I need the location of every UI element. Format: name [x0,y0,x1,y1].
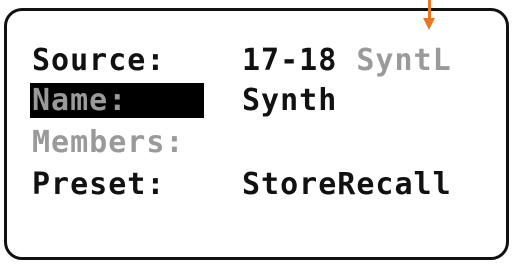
source-channel: 17-18 [242,42,338,78]
arrow-down-icon [423,0,436,32]
preset-label: Preset: [32,166,166,202]
source-row[interactable]: Source: 17-18 SyntL [32,40,452,80]
name-value: Synth [242,82,338,118]
preset-value: StoreRecall [242,166,452,202]
members-row[interactable]: Members: [32,122,242,162]
source-label: Source: [32,42,166,78]
name-row[interactable]: Name: Synth [30,80,338,120]
source-name: SyntL [356,42,452,78]
source-value: 17-18 SyntL [242,43,452,78]
preset-row[interactable]: Preset: StoreRecall [32,164,452,204]
members-label: Members: [32,124,185,160]
name-label: Name: [30,82,204,118]
